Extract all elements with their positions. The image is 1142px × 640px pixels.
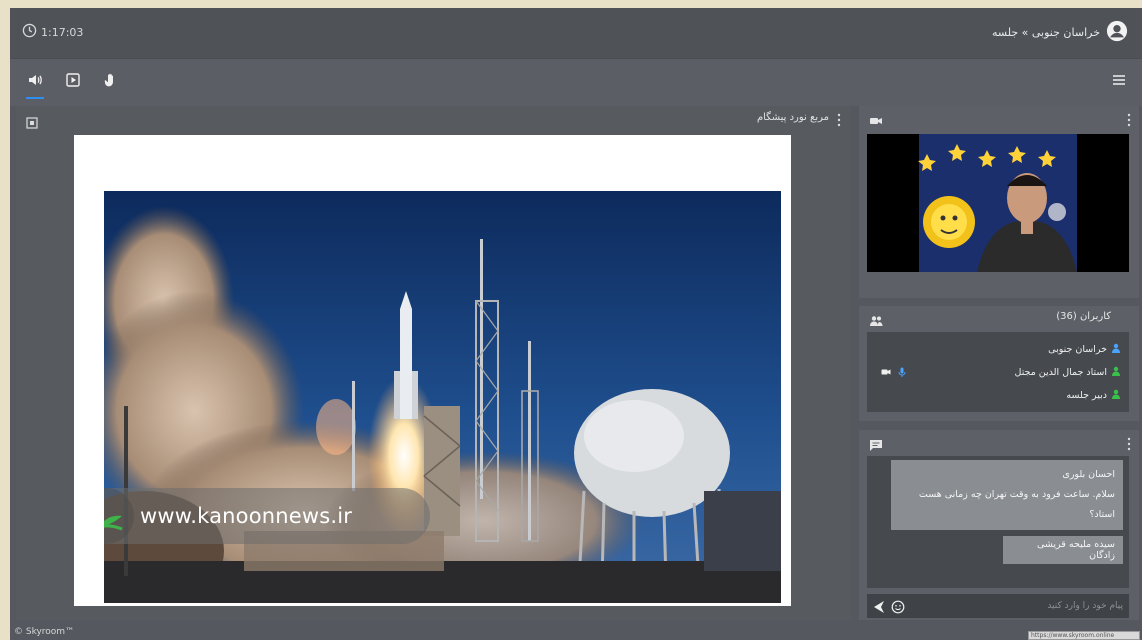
presentation-header: مربع نورد پیشگام [16, 106, 851, 132]
chat-icon [869, 436, 883, 451]
more-options-icon[interactable] [835, 112, 843, 127]
webcam-video[interactable] [867, 134, 1129, 272]
play-square-icon [65, 72, 81, 92]
message-author: احسان بلوری [1062, 469, 1115, 480]
user-media-status [881, 367, 907, 380]
watermark-url: www.kanoonnews.ir [140, 504, 353, 528]
top-bar: 1:17:03 خراسان جنوبی » جلسه [10, 8, 1142, 58]
status-url: https://www.skyroom.online [1028, 631, 1140, 640]
speaker-icon [27, 72, 43, 92]
raise-hand-button[interactable] [100, 71, 122, 93]
chat-input[interactable] [943, 598, 1123, 614]
user-avatar-icon[interactable] [1106, 20, 1128, 45]
share-screen-button[interactable] [62, 71, 84, 93]
video-more-options-icon[interactable] [1125, 112, 1133, 127]
chat-composer [867, 594, 1129, 618]
camera-icon [869, 112, 883, 124]
slide-canvas: www.kanoonnews.ir [74, 135, 791, 606]
chat-panel: احسان بلوری سلام. ساعت فرود به وقت تهران… [859, 430, 1139, 620]
users-group-icon [869, 312, 883, 326]
video-panel [859, 106, 1139, 298]
user-row[interactable]: خراسان جنوبی [875, 338, 1121, 361]
users-panel-header: کاربران (36) [859, 306, 1139, 330]
main-menu-button[interactable] [1108, 71, 1130, 93]
timer-text: 1:17:03 [41, 25, 84, 39]
user-icon [1111, 389, 1121, 402]
chat-message: احسان بلوری سلام. ساعت فرود به وقت تهران… [891, 460, 1123, 530]
microphone-icon [897, 367, 907, 380]
chat-messages: احسان بلوری سلام. ساعت فرود به وقت تهران… [867, 456, 1129, 588]
clock-icon [22, 23, 37, 41]
raise-hand-icon [103, 72, 119, 92]
user-name: خراسان جنوبی [1048, 344, 1107, 355]
watermark-banner: www.kanoonnews.ir [104, 488, 430, 544]
message-text: سلام. ساعت فرود به وقت تهران چه زمانی هس… [918, 489, 1115, 520]
presentation-title: مربع نورد پیشگام [756, 112, 829, 123]
message-text: سیده ملیحه قریشی زادگان [1037, 539, 1115, 561]
user-icon [1111, 366, 1121, 379]
user-name: استاد جمال الدین مجتل [1014, 367, 1108, 378]
app-window: 1:17:03 خراسان جنوبی » جلسه مربع نورد پی… [10, 8, 1142, 640]
video-panel-header [859, 106, 1139, 130]
user-row[interactable]: دبیر جلسه [875, 384, 1121, 407]
user-name: دبیر جلسه [1066, 390, 1107, 401]
audio-toggle-button[interactable] [24, 71, 46, 99]
user-row[interactable]: استاد جمال الدین مجتل [875, 361, 1121, 384]
presentation-panel: مربع نورد پیشگام www.kanoonnews.ir [16, 106, 851, 620]
presentation-icon[interactable] [26, 114, 38, 129]
hamburger-icon [1111, 72, 1127, 92]
emoji-icon[interactable] [891, 599, 905, 614]
video-camera-icon [881, 367, 891, 380]
toolbar [10, 58, 1142, 106]
users-list: خراسان جنوبی استاد جمال الدین مجتل دبیر … [867, 332, 1129, 412]
user-icon [1111, 343, 1121, 356]
kanoon-logo-icon [104, 488, 134, 544]
breadcrumb: خراسان جنوبی » جلسه [992, 20, 1128, 45]
chat-panel-header [859, 430, 1139, 454]
send-icon[interactable] [873, 599, 885, 613]
users-panel-title: کاربران (36) [1056, 311, 1111, 322]
rocket-launch-photo: www.kanoonnews.ir [104, 191, 781, 603]
session-timer: 1:17:03 [22, 23, 83, 41]
chat-message: سیده ملیحه قریشی زادگان [1003, 536, 1123, 564]
chat-more-options-icon[interactable] [1125, 436, 1133, 451]
users-panel: کاربران (36) خراسان جنوبی استاد جمال الد… [859, 306, 1139, 421]
footer-brand: © Skyroom™ [14, 627, 75, 637]
breadcrumb-text: خراسان جنوبی » جلسه [992, 26, 1100, 39]
